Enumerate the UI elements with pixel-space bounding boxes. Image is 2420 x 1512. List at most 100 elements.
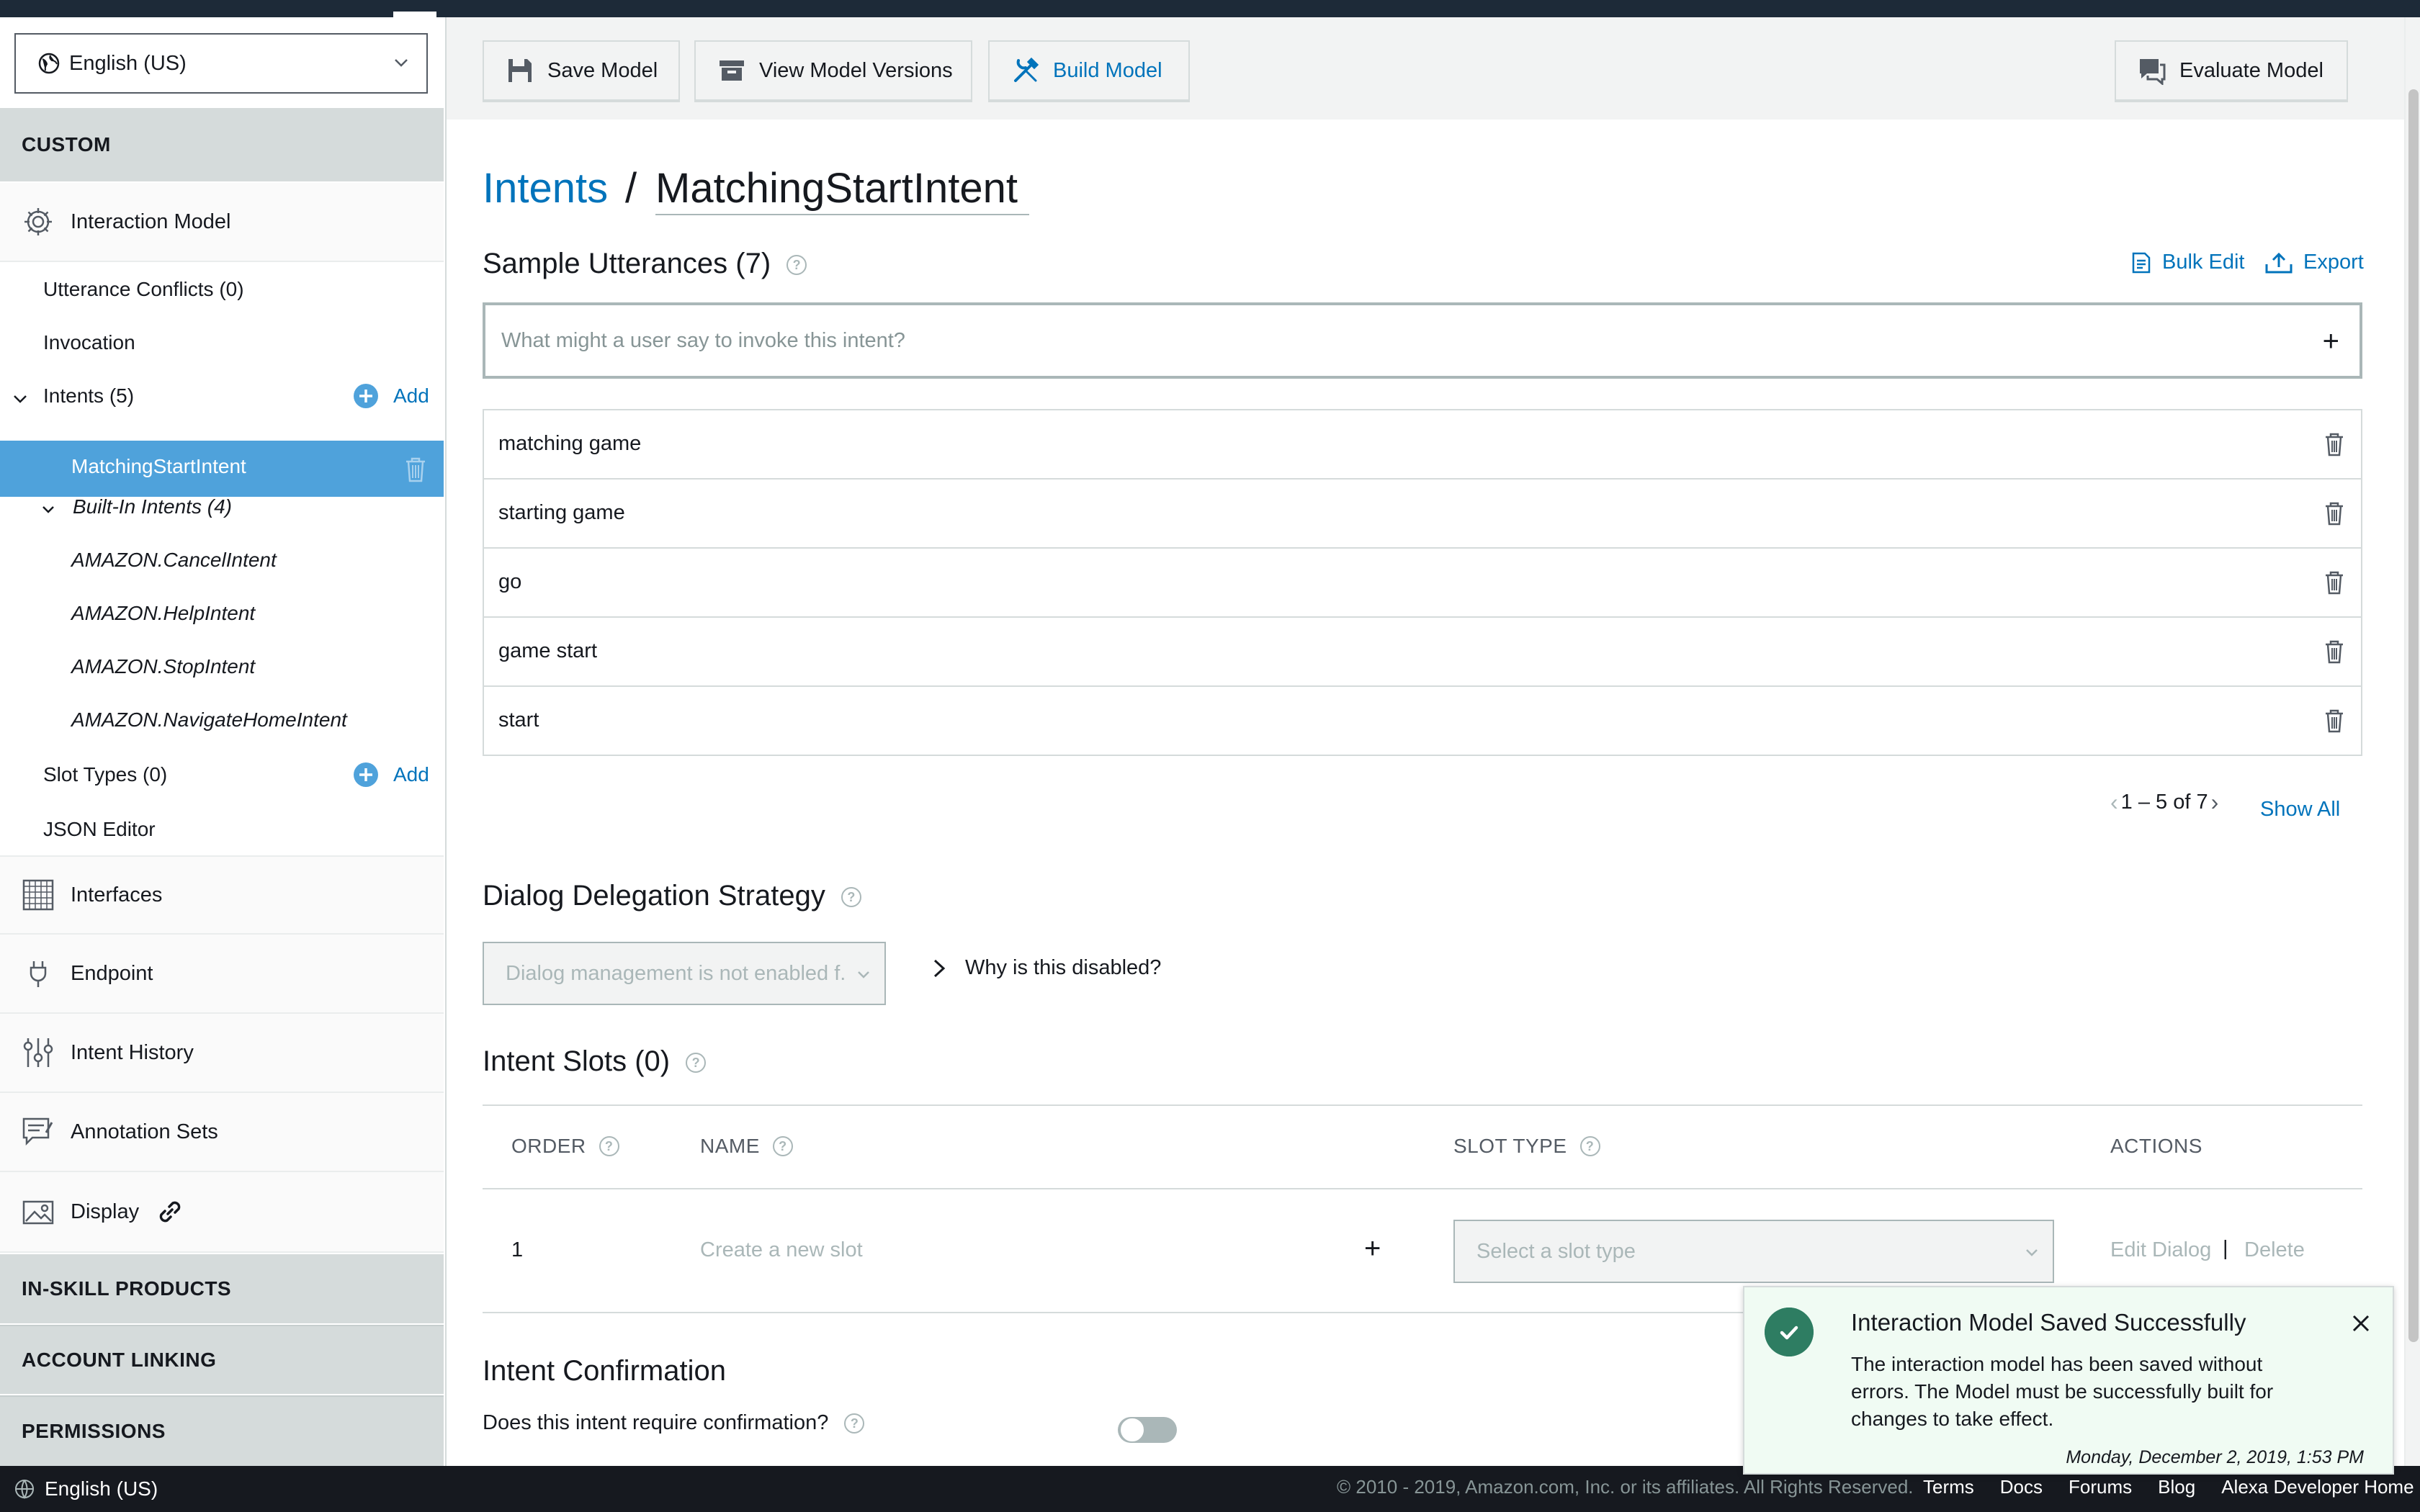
footer-link-terms[interactable]: Terms	[1923, 1476, 1974, 1498]
close-icon[interactable]	[2351, 1313, 2371, 1333]
slot-type-dropdown[interactable]: Select a slot type	[1453, 1220, 2054, 1283]
utterance-text[interactable]: game start	[498, 639, 597, 663]
sidebar-item-builtin-intent[interactable]: AMAZON.NavigateHomeIntent	[71, 708, 347, 732]
footer-language-label: English (US)	[45, 1477, 158, 1500]
utterance-text[interactable]: start	[498, 708, 539, 732]
sidebar-item-intent-history[interactable]: Intent History	[0, 1014, 444, 1093]
help-icon[interactable]: ?	[1579, 1136, 1600, 1156]
section-account-linking[interactable]: ACCOUNT LINKING	[0, 1325, 444, 1394]
help-icon[interactable]: ?	[686, 1053, 707, 1074]
utterance-row[interactable]: starting game	[483, 478, 2362, 547]
utterance-pager: ‹ 1 – 5 of 7 ›	[2110, 789, 2218, 816]
utterance-row[interactable]: start	[483, 685, 2362, 756]
trash-icon[interactable]	[2323, 501, 2345, 526]
locale-dropdown[interactable]: English (US)	[14, 33, 428, 94]
add-utterance-button[interactable]: +	[2323, 327, 2339, 356]
help-icon[interactable]: ?	[844, 1413, 865, 1434]
add-intent-button[interactable]: Add	[353, 383, 429, 409]
breadcrumb-intents-link[interactable]: Intents	[483, 164, 608, 212]
sidebar-item-annotation-sets[interactable]: Annotation Sets	[0, 1093, 444, 1172]
edit-dialog-link[interactable]: Edit Dialog	[2110, 1238, 2211, 1262]
footer-language-selector[interactable]: English (US)	[14, 1477, 158, 1500]
footer-link-forums[interactable]: Forums	[2069, 1476, 2132, 1498]
footer-link-developer-home[interactable]: Alexa Developer Home	[2221, 1476, 2414, 1498]
tools-icon	[1014, 57, 1039, 82]
toast-timestamp: Monday, December 2, 2019, 1:53 PM	[2066, 1447, 2364, 1467]
footer-link-docs[interactable]: Docs	[2000, 1476, 2043, 1498]
bulk-edit-link[interactable]: Bulk Edit	[2130, 251, 2244, 274]
sidebar-item-matching-start-intent[interactable]: MatchingStartIntent	[0, 441, 444, 497]
toast-title: Interaction Model Saved Successfully	[1851, 1309, 2246, 1336]
confirmation-toggle[interactable]	[1118, 1417, 1177, 1443]
add-slot-type-button[interactable]: Add	[353, 762, 429, 788]
sidebar-item-builtin-intent[interactable]: AMAZON.CancelIntent	[71, 549, 277, 572]
section-in-skill-products[interactable]: IN-SKILL PRODUCTS	[0, 1254, 444, 1323]
evaluate-model-button[interactable]: Evaluate Model	[2115, 40, 2348, 101]
sidebar-item-slot-types[interactable]: Slot Types (0)	[43, 763, 167, 786]
sidebar-item-built-in-intents[interactable]: Built-In Intents (4)	[73, 495, 232, 518]
sidebar-item-builtin-intent[interactable]: AMAZON.HelpIntent	[71, 602, 255, 625]
utterance-text[interactable]: matching game	[498, 432, 641, 456]
utterance-list: matching game starting game go game star…	[483, 409, 2362, 756]
add-label: Add	[393, 384, 429, 407]
trash-icon[interactable]	[403, 456, 428, 482]
bulk-edit-icon	[2132, 252, 2151, 273]
section-custom[interactable]: CUSTOM	[0, 108, 444, 181]
build-model-button[interactable]: Build Model	[988, 40, 1190, 101]
sidebar-item-json-editor[interactable]: JSON Editor	[43, 818, 156, 841]
show-all-link[interactable]: Show All	[2260, 798, 2340, 822]
view-model-versions-button[interactable]: View Model Versions	[694, 40, 972, 101]
dialog-delegation-heading: Dialog Delegation Strategy?	[483, 880, 861, 912]
save-icon	[508, 59, 532, 82]
help-icon[interactable]: ?	[786, 255, 807, 276]
scrollbar-thumb[interactable]	[2408, 89, 2419, 1342]
chevron-left-icon[interactable]: ‹	[2110, 789, 2118, 816]
intent-name-title[interactable]: MatchingStartIntent	[655, 164, 1029, 215]
utterance-row[interactable]: go	[483, 547, 2362, 616]
utterance-text[interactable]: go	[498, 570, 521, 594]
chevron-right-icon[interactable]: ›	[2211, 789, 2219, 816]
sidebar-item-endpoint[interactable]: Endpoint	[0, 935, 444, 1014]
help-icon[interactable]: ?	[599, 1136, 619, 1156]
scrollbar[interactable]	[2404, 17, 2420, 1466]
top-nav-bar	[0, 0, 2420, 17]
add-slot-button[interactable]: +	[1364, 1233, 1381, 1265]
sidebar-item-intents[interactable]: Intents (5)	[43, 384, 134, 408]
dialog-delegation-dropdown[interactable]: Dialog management is not enabled f...	[483, 942, 886, 1005]
plus-circle-icon	[354, 384, 378, 408]
chevron-down-icon	[2026, 1249, 2038, 1256]
utterance-text[interactable]: starting game	[498, 501, 625, 525]
grid-icon	[22, 879, 54, 911]
trash-icon[interactable]	[2323, 639, 2345, 664]
slot-order: 1	[511, 1238, 524, 1261]
sidebar-item-utterance-conflicts[interactable]: Utterance Conflicts (0)	[43, 278, 244, 301]
trash-icon[interactable]	[2323, 432, 2345, 456]
sidebar-item-display[interactable]: Display	[0, 1172, 444, 1253]
sidebar-item-invocation[interactable]: Invocation	[43, 331, 135, 354]
chevron-down-icon[interactable]	[40, 501, 56, 517]
footer-link-blog[interactable]: Blog	[2158, 1476, 2195, 1498]
sidebar-item-builtin-intent[interactable]: AMAZON.StopIntent	[71, 655, 255, 678]
link-icon[interactable]	[155, 1197, 185, 1227]
why-disabled-toggle[interactable]: Why is this disabled?	[931, 956, 1161, 980]
chevron-right-icon	[933, 959, 946, 977]
utterance-row[interactable]: matching game	[483, 409, 2362, 478]
section-permissions[interactable]: PERMISSIONS	[0, 1395, 444, 1466]
trash-icon[interactable]	[2323, 570, 2345, 595]
utterance-row[interactable]: game start	[483, 616, 2362, 685]
slot-name-input[interactable]: Create a new slot	[700, 1238, 863, 1262]
sliders-icon	[23, 1038, 53, 1067]
header-label: ACTIONS	[2110, 1135, 2202, 1157]
sidebar-item-interaction-model[interactable]: Interaction Model	[0, 183, 444, 262]
bulk-edit-label: Bulk Edit	[2162, 251, 2245, 274]
utterance-input[interactable]	[500, 324, 2231, 357]
help-icon[interactable]: ?	[841, 887, 861, 908]
save-model-button[interactable]: Save Model	[483, 40, 680, 101]
export-link[interactable]: Export	[2264, 251, 2364, 274]
chevron-down-icon[interactable]	[12, 390, 29, 408]
help-icon[interactable]: ?	[772, 1136, 793, 1156]
gear-icon	[24, 208, 52, 235]
delete-slot-link[interactable]: Delete	[2244, 1238, 2305, 1262]
sidebar-item-interfaces[interactable]: Interfaces	[0, 855, 444, 935]
trash-icon[interactable]	[2323, 708, 2345, 733]
